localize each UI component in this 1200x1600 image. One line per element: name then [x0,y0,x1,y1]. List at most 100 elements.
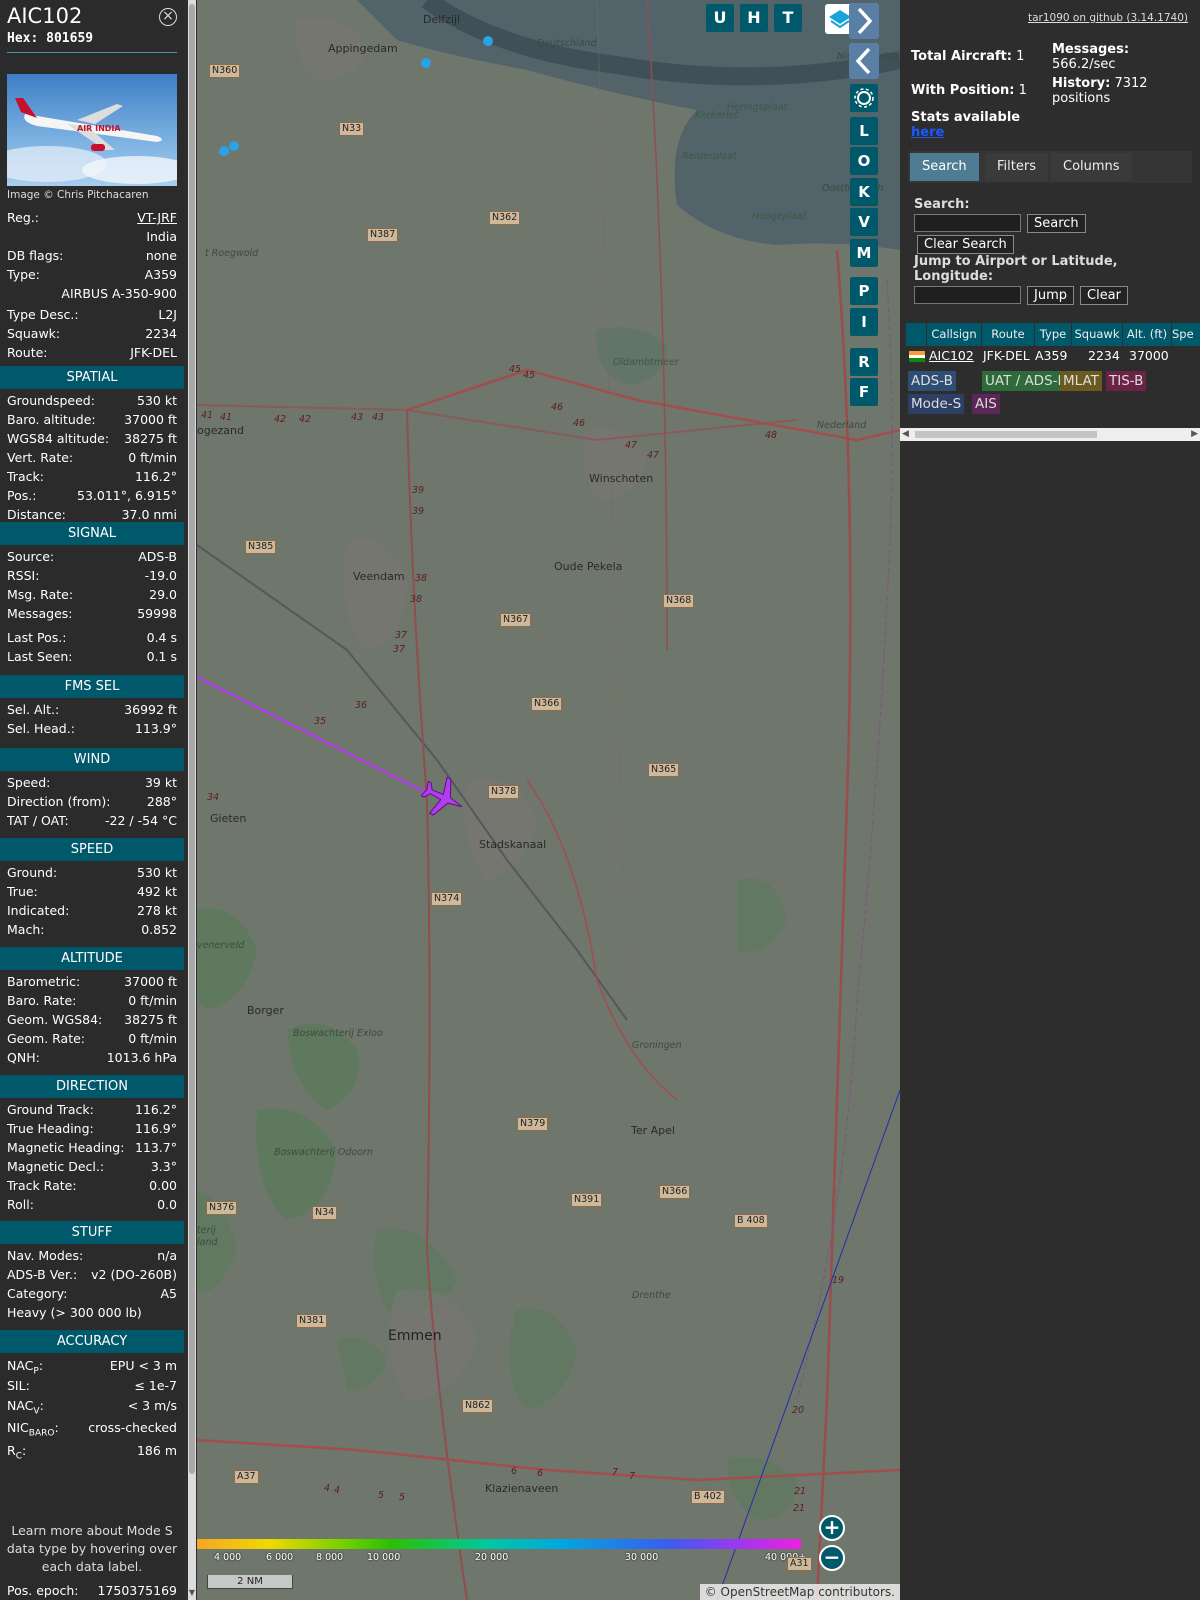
scroll-down-arrow-icon[interactable]: ▼ [188,1588,196,1598]
info-row: Squawk: 2234 [7,326,177,344]
th-speed[interactable]: Spe [1172,323,1200,346]
clear-button[interactable]: Clear [1080,286,1128,305]
info-row-value[interactable]: VT-JRF [137,210,177,225]
info-row-value: 186 m [136,1443,177,1458]
btn-l[interactable]: L [850,117,878,145]
collapse-left-button[interactable] [849,43,879,79]
info-row-label: Track: [7,469,44,484]
section-header-spatial: SPATIAL [0,366,184,389]
btn-u[interactable]: U [706,4,734,32]
tab-filters[interactable]: Filters [985,153,1048,181]
github-link[interactable]: tar1090 on github (3.14.1740) [1028,12,1188,24]
scroll-left-arrow-icon[interactable]: ◀ [902,429,909,439]
btn-m[interactable]: M [850,239,878,267]
th-type[interactable]: Type [1035,323,1072,346]
route-number-label: 7 [612,1467,619,1478]
info-row-value: 37000 ft [124,412,177,427]
info-row-value: EPU < 3 m [109,1358,177,1373]
th-callsign[interactable]: Callsign [927,323,982,346]
selected-callsign: AIC102 [7,4,83,28]
route-number-label: 6 [537,1468,544,1479]
search-label: Search: [914,197,970,212]
stats-label: Stats available [911,110,1021,125]
total-aircraft-label: Total Aircraft: [911,49,1012,64]
tab-columns[interactable]: Columns [1051,153,1132,181]
tab-search[interactable]: Search [910,153,979,181]
road-number-label: N385 [245,540,277,554]
info-row: Pos.: 53.011°, 6.915° [7,488,177,506]
info-row-label-sub: C [15,1451,22,1462]
place-label: terij [197,1225,216,1236]
table-row[interactable]: AIC102 JFK-DEL A359 2234 37000 [906,348,1200,366]
btn-h[interactable]: H [740,4,768,32]
dollard-water [357,0,900,250]
info-row-value: cross-checked [88,1420,177,1435]
legend-badge: TIS-B [1106,371,1147,391]
clear-search-button[interactable]: Clear Search [917,235,1014,254]
info-scrollbar-thumb[interactable] [189,4,195,1474]
info-row: AIRBUS A-350-900 [7,286,177,304]
legend-badge: MLAT [1060,371,1102,391]
with-position-label: With Position: [911,83,1015,98]
place-label: Groningen [632,1040,682,1051]
expand-right-button[interactable] [849,3,879,39]
btn-k[interactable]: K [850,178,878,206]
jump-button[interactable]: Jump [1027,286,1074,305]
info-row-label-sub: V [33,1406,40,1417]
zoom-in-button[interactable]: + [819,1515,845,1541]
map-view[interactable]: 4 000 6 000 8 000 10 000 20 000 30 000 40 000+… [197,0,900,1600]
info-row-label: Nav. Modes: [7,1248,84,1263]
search-button[interactable]: Search [1027,214,1086,233]
th-altitude[interactable]: Alt. (ft) [1123,323,1172,346]
learn-more-text: Learn more about Mode S data type by hov… [6,1523,178,1574]
settings-button[interactable] [850,84,878,112]
btn-t[interactable]: T [774,4,802,32]
scroll-right-arrow-icon[interactable]: ▶ [1191,429,1198,439]
btn-v[interactable]: V [850,208,878,236]
table-scroll-thumb[interactable] [915,431,1097,438]
btn-f[interactable]: F [850,378,878,406]
aircraft-marker[interactable] [483,36,493,46]
place-label: Stadskanaal [479,838,547,851]
close-icon[interactable]: × [159,8,177,26]
right-panel: tar1090 on github (3.14.1740) Total Airc… [900,0,1200,1600]
place-label: Nederland [817,420,867,431]
row-callsign[interactable]: AIC102 [929,348,974,363]
info-row-label: Type Desc.: [7,307,79,322]
btn-o[interactable]: O [850,147,878,175]
jump-input[interactable] [914,286,1021,304]
btn-p[interactable]: P [850,277,878,305]
info-row-label: Groundspeed: [7,393,95,408]
info-row-value: 59998 [137,606,177,621]
aircraft-info-panel: AIC102 Hex: 801659 × AIR INDIA Image © C… [0,0,184,1600]
info-row: True: 492 kt [7,884,177,902]
route-number-label: 6 [511,1466,518,1477]
section-header-fms-sel: FMS SEL [0,675,184,698]
info-row: Reg.: VT-JRF [7,210,177,228]
th-route[interactable]: Route [982,323,1035,346]
info-row: Baro. Rate: 0 ft/min [7,993,177,1011]
info-row: Vert. Rate: 0 ft/min [7,450,177,468]
info-row-label: Geom. Rate: [7,1031,86,1046]
aircraft-marker[interactable] [219,146,229,156]
route-number-label: 20 [792,1405,805,1416]
th-squawk[interactable]: Squawk [1072,323,1123,346]
attribution-link[interactable]: OpenStreetMap [721,1585,815,1599]
info-row: Geom. WGS84: 38275 ft [7,1012,177,1030]
aircraft-marker[interactable] [421,58,431,68]
btn-i[interactable]: I [850,308,878,336]
map-attribution: © OpenStreetMap contributors. [699,1584,900,1600]
btn-r[interactable]: R [850,348,878,376]
aircraft-marker[interactable] [229,141,239,151]
table-horizontal-scrollbar[interactable]: ◀ ▶ [900,428,1200,441]
stats-link[interactable]: here [911,125,944,140]
range-ring [716,1089,900,1600]
info-row-label: Reg.: [7,210,39,225]
info-row: Speed: 39 kt [7,775,177,793]
aircraft-photo[interactable]: AIR INDIA [7,74,177,186]
zoom-out-button[interactable]: − [819,1545,845,1571]
route-number-label: 42 [274,414,287,425]
search-input[interactable] [914,214,1021,232]
route-number-label: 36 [355,700,368,711]
livery-text: AIR INDIA [77,124,121,133]
